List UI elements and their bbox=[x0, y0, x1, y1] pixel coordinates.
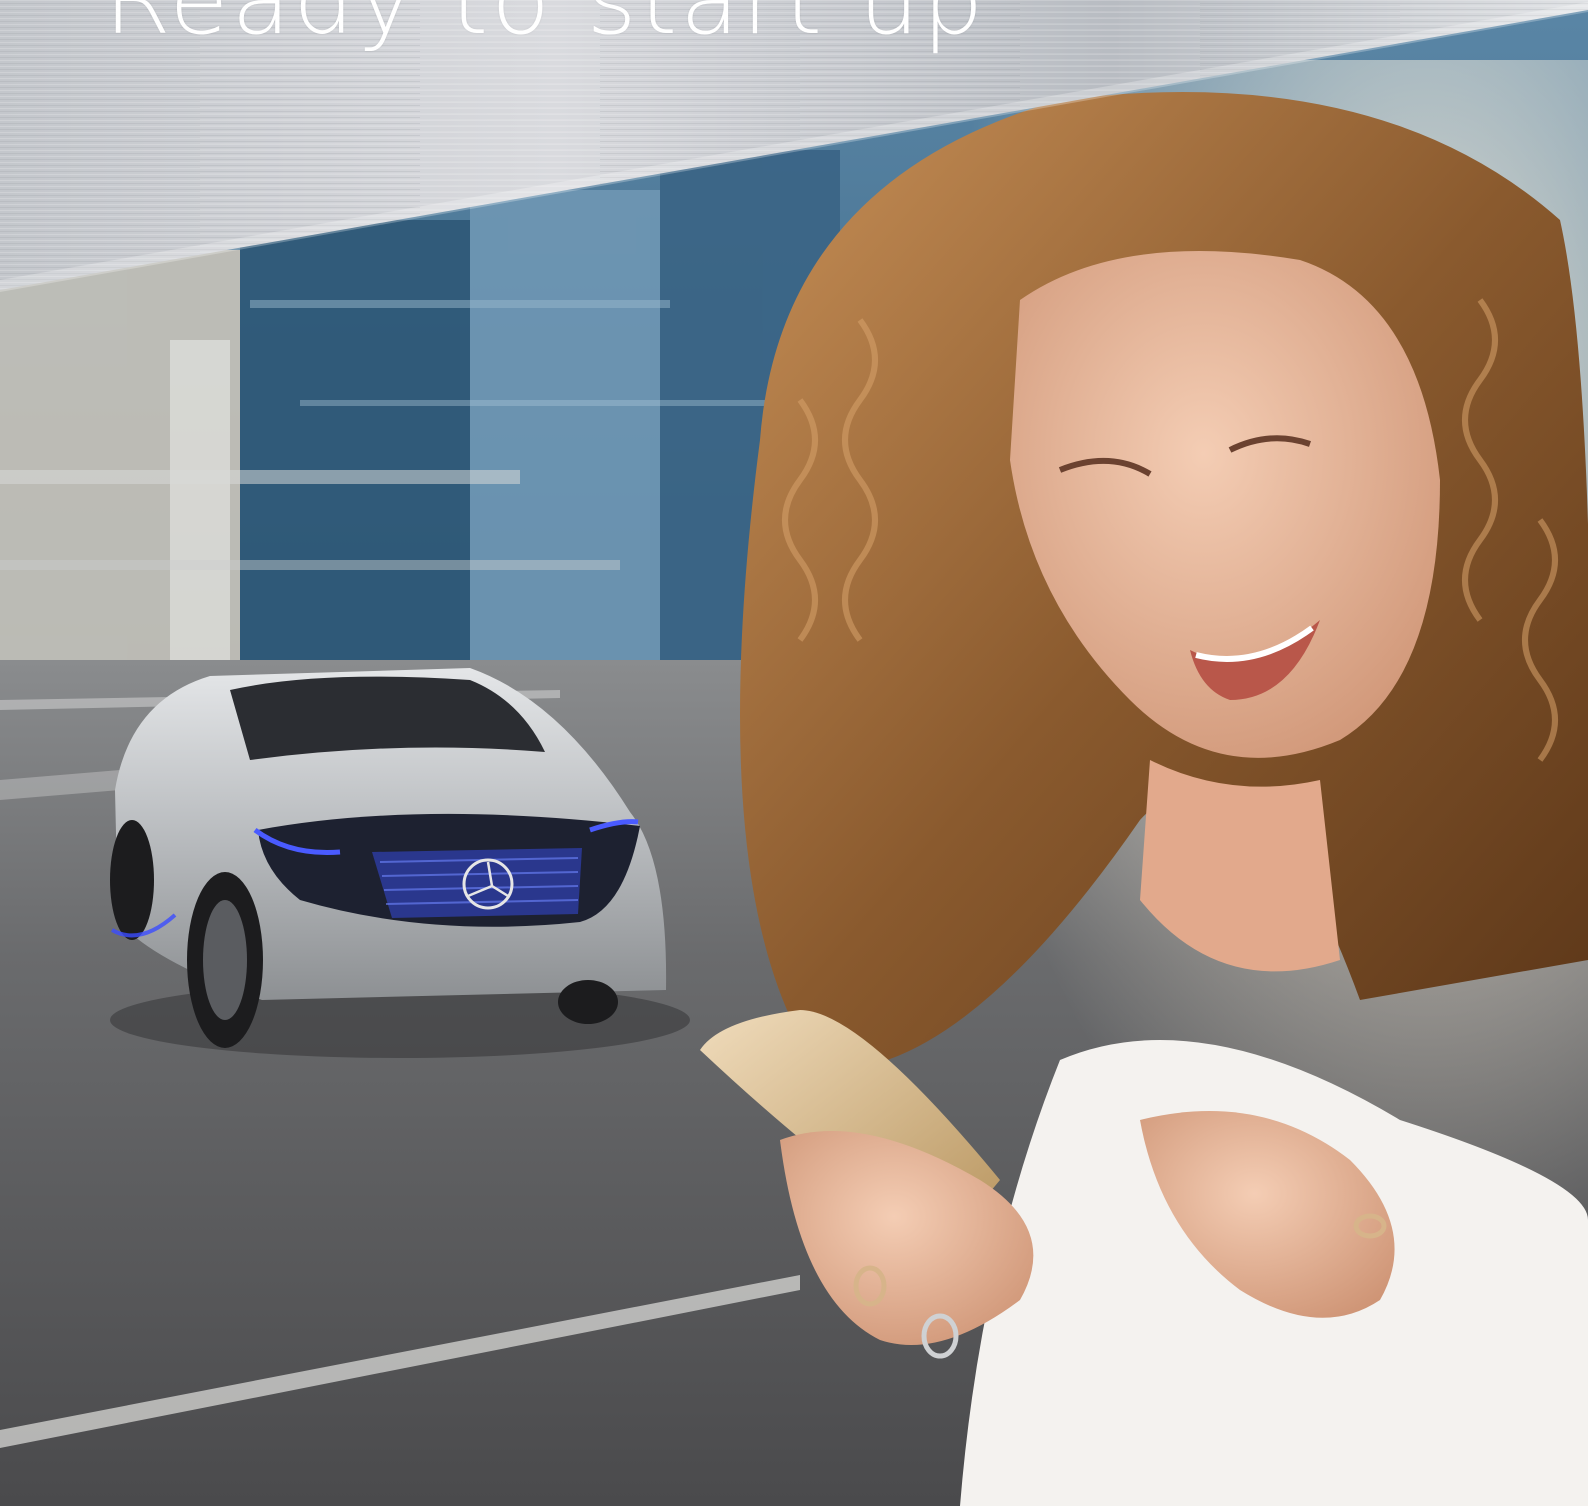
page-title: Ready to start up bbox=[104, 0, 987, 56]
hero-photo-composite bbox=[0, 0, 1588, 1506]
woman bbox=[700, 60, 1588, 1506]
hero-image: Ready to start up bbox=[0, 0, 1588, 1506]
